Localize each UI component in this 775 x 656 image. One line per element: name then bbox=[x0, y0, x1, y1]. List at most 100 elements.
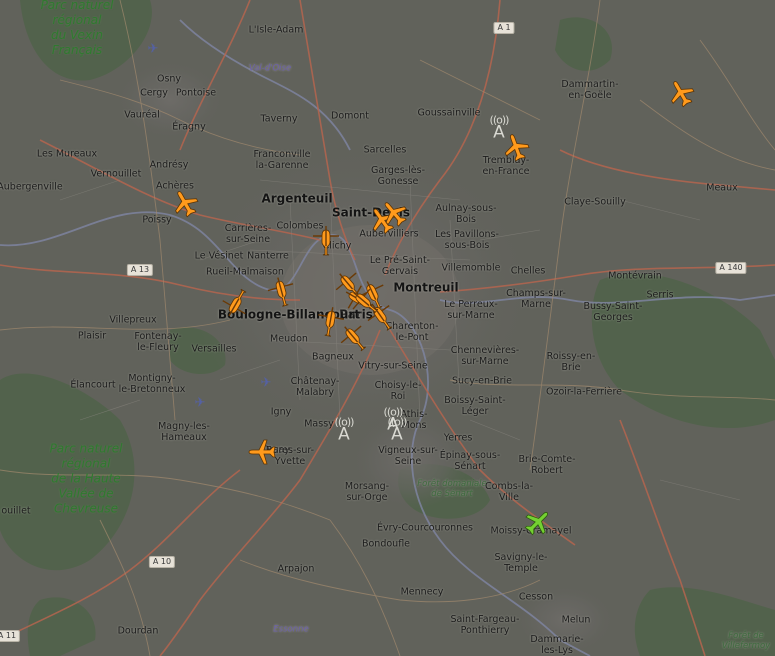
place-label-rueil: Rueil-Malmaison bbox=[206, 266, 284, 278]
road-shield-a140: A 140 bbox=[715, 262, 747, 274]
place-label-vernouillet: Vernouillet bbox=[90, 168, 142, 180]
place-label-bussy: Bussy-Saint- Georges bbox=[583, 301, 643, 323]
map-view[interactable]: ✈ ✈ ✈ Parc naturel régional du Vexin Fra… bbox=[0, 0, 775, 656]
place-label-cesson: Cesson bbox=[518, 591, 554, 603]
place-label-chennevieres: Chennevières- sur-Marne bbox=[450, 345, 520, 367]
ac-cdg-airplane-icon[interactable] bbox=[501, 132, 531, 162]
place-label-briecomte: Brie-Comte- Robert bbox=[518, 454, 576, 476]
place-label-argenteuil: Argenteuil bbox=[261, 191, 333, 206]
ac-boulogne-1-helicopter-icon[interactable] bbox=[222, 287, 252, 317]
place-label-cergy: Cergy bbox=[140, 87, 168, 99]
place-label-garges: Garges-lès- Gonesse bbox=[370, 165, 426, 187]
place-label-dourdan: Dourdan bbox=[117, 625, 159, 637]
place-label-evry: Évry-Courcouronnes bbox=[377, 522, 473, 534]
place-label-claye: Claye-Souilly bbox=[564, 196, 626, 208]
ac-boulogne-2-helicopter-icon[interactable] bbox=[267, 277, 297, 308]
place-label-chatenay: Châtenay- Malabry bbox=[290, 376, 340, 398]
place-label-yerres: Yerres bbox=[443, 432, 473, 444]
place-label-vesinet: Le Vésinet bbox=[194, 250, 244, 262]
place-label-franconville: Franconville la-Garenne bbox=[253, 149, 311, 171]
place-label-nanterre: Nanterre bbox=[247, 250, 289, 262]
place-label-poissy: Poissy bbox=[142, 214, 172, 226]
ac-stdenis-2-airplane-icon[interactable] bbox=[379, 198, 409, 228]
road-shield-a13: A 13 bbox=[126, 264, 154, 276]
ac-clichy-helicopter-icon[interactable] bbox=[311, 226, 341, 257]
place-label-mennecy: Mennecy bbox=[400, 586, 444, 598]
place-label-chelles: Chelles bbox=[510, 265, 546, 277]
place-label-roissyb: Roissy-en- Brie bbox=[546, 351, 596, 373]
place-label-vitry: Vitry-sur-Seine bbox=[358, 360, 428, 372]
place-label-valdoise: Val-d'Oise bbox=[248, 63, 292, 74]
place-label-lisle: L'Isle-Adam bbox=[248, 24, 304, 36]
place-label-morsang: Morsang- sur-Orge bbox=[344, 481, 390, 503]
road-shield-a11: A 11 bbox=[0, 630, 21, 642]
place-label-magny: Magny-les- Hameaux bbox=[158, 421, 210, 443]
place-label-meudon: Meudon bbox=[270, 333, 308, 345]
place-label-vaureal: Vauréal bbox=[124, 109, 160, 121]
place-label-mureaux: Les Mureaux bbox=[36, 148, 98, 160]
place-label-senart: Forêt domaniale de Sénart bbox=[417, 479, 487, 499]
place-label-versailles: Versailles bbox=[191, 343, 237, 355]
place-label-serris: Serris bbox=[646, 289, 674, 301]
airport-marker-orly1[interactable]: ((o)) A bbox=[335, 417, 355, 445]
airport-letter: A bbox=[338, 424, 350, 445]
airport-letter: A bbox=[391, 424, 403, 445]
place-label-melun: Melun bbox=[561, 614, 591, 626]
place-label-aubergenville: Aubergenville bbox=[0, 181, 63, 193]
place-label-combs: Combs-la- Ville bbox=[485, 481, 533, 503]
place-label-bouillet: ouillet bbox=[1, 505, 31, 517]
place-label-epinay: Épinay-sous- Sénart bbox=[439, 450, 501, 472]
place-label-eragny: Éragny bbox=[172, 121, 206, 133]
place-label-villepreux: Villepreux bbox=[109, 314, 157, 326]
ac-poissy-airplane-icon[interactable] bbox=[170, 188, 200, 218]
place-label-taverny: Taverny bbox=[260, 113, 298, 125]
place-label-carrieres: Carrières- sur-Seine bbox=[224, 223, 272, 245]
place-label-champs: Champs-sur- Marne bbox=[506, 288, 566, 310]
ac-paris-7-helicopter-icon[interactable] bbox=[351, 288, 381, 318]
ac-orsay-airplane-icon[interactable] bbox=[247, 437, 277, 467]
place-label-dammarie: Dammarie- les-Lys bbox=[530, 634, 584, 656]
place-label-montigny: Montigny- le-Bretonneux bbox=[118, 373, 186, 395]
place-label-choisy: Choisy-le- Roi bbox=[374, 380, 422, 402]
ac-dammartin-airplane-icon[interactable] bbox=[666, 78, 696, 108]
place-label-vexin: Parc naturel régional du Vexin Français bbox=[40, 0, 114, 57]
place-label-stfargeau: Saint-Fargeau- Ponthierry bbox=[450, 614, 520, 636]
place-label-goussainville: Goussainville bbox=[417, 107, 481, 119]
place-label-dammartin: Dammartin- en-Goële bbox=[561, 79, 619, 101]
place-label-aulnay: Aulnay-sous- Bois bbox=[435, 203, 497, 225]
place-label-montevrain: Montévrain bbox=[608, 270, 662, 282]
place-label-andresy: Andrésy bbox=[149, 159, 189, 171]
place-label-vigneux: Vigneux-sur- Seine bbox=[378, 445, 438, 467]
place-label-pontoise: Pontoise bbox=[175, 87, 217, 99]
place-label-savigny: Savigny-le- Temple bbox=[494, 552, 548, 574]
airfield-icon-villacoublay: ✈ bbox=[194, 395, 206, 411]
place-label-ozoir: Ozoir-la-Ferrière bbox=[546, 386, 622, 398]
place-label-sarcelles: Sarcelles bbox=[363, 144, 407, 156]
place-label-massy: Massy bbox=[304, 418, 334, 430]
ac-paris-6-helicopter-icon[interactable] bbox=[340, 324, 370, 354]
place-label-elancourt: Élancourt bbox=[70, 379, 116, 391]
place-label-meaux: Meaux bbox=[706, 182, 738, 194]
place-label-igny: Igny bbox=[270, 406, 292, 418]
place-label-villefermoy: Forêt de Villefermoy bbox=[721, 631, 771, 651]
place-label-arpajon: Arpajon bbox=[277, 563, 315, 575]
place-label-perreux: Le Perreux- sur-Marne bbox=[444, 299, 498, 321]
place-label-bondoufle: Bondoufle bbox=[361, 538, 411, 550]
road-shield-a1: A 1 bbox=[493, 22, 515, 34]
place-label-pavillons: Les Pavillons- sous-Bois bbox=[435, 229, 499, 251]
airfield-icon-pontoise: ✈ bbox=[147, 41, 159, 57]
place-label-sucy: Sucy-en-Brie bbox=[451, 375, 513, 387]
airfield-icon-toussus: ✈ bbox=[260, 375, 272, 391]
place-label-boissy: Boissy-Saint- Léger bbox=[444, 395, 506, 417]
place-label-chevreuse: Parc naturel régional de la Haute Vallée… bbox=[49, 441, 123, 516]
place-label-preStGervais: Le Pré-Saint- Gervais bbox=[369, 255, 431, 277]
road-shield-a10: A 10 bbox=[148, 556, 176, 568]
place-label-domont: Domont bbox=[331, 110, 369, 122]
place-label-plaisir: Plaisir bbox=[77, 330, 107, 342]
airport-marker-orly3[interactable]: ((o)) A bbox=[388, 417, 408, 445]
place-label-montreuil: Montreuil bbox=[393, 280, 459, 295]
place-label-fontenay: Fontenay- le-Fleury bbox=[134, 331, 182, 353]
place-label-essonne: Essonne bbox=[273, 624, 309, 635]
ac-moissy-airplane-icon[interactable] bbox=[523, 507, 553, 537]
place-label-villemomble: Villemomble bbox=[441, 262, 501, 274]
